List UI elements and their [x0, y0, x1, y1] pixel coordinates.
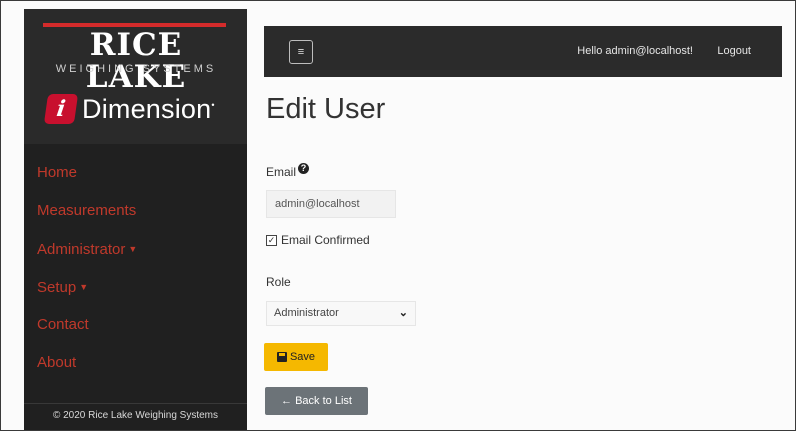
- nav-item-setup[interactable]: Setup ▼: [24, 268, 247, 306]
- nav-item-administrator[interactable]: Administrator ▼: [24, 230, 247, 268]
- role-label: Role: [266, 275, 291, 289]
- nav-item-label: Setup: [37, 279, 77, 296]
- nav-item-label: Home: [37, 164, 78, 181]
- email-confirmed-checkbox[interactable]: ✓ Email Confirmed: [266, 233, 370, 247]
- product-name: Dimension•: [82, 93, 215, 124]
- email-field[interactable]: [266, 190, 396, 218]
- nav-item-label: Contact: [37, 316, 89, 333]
- hamburger-icon: ≡: [297, 46, 305, 58]
- caret-down-icon: ▼: [128, 244, 138, 254]
- nav-item-label: Administrator: [37, 241, 126, 258]
- logout-link[interactable]: Logout: [717, 26, 751, 77]
- help-icon[interactable]: ?: [298, 163, 310, 174]
- save-button[interactable]: Save: [264, 343, 328, 371]
- brand-logo-subtitle: WEIGHING SYSTEMS: [55, 63, 217, 75]
- save-label: Save: [289, 351, 316, 363]
- nav-item-home[interactable]: Home: [24, 154, 247, 192]
- nav-item-contact[interactable]: Contact: [24, 306, 247, 344]
- nav-item-label: Measurements: [37, 202, 137, 219]
- sidebar-nav: Home Measurements Administrator ▼ Setup ▼ …: [24, 154, 247, 382]
- nav-item-label: About: [37, 354, 77, 371]
- role-selected-value: Administrator: [274, 307, 339, 319]
- floppy-disk-icon: [276, 352, 287, 362]
- chevron-down-icon: ⌄: [398, 307, 408, 319]
- menu-toggle-button[interactable]: ≡: [289, 40, 313, 64]
- app-window: RICE LAKE WEIGHING SYSTEMS i Dimension• …: [0, 0, 796, 431]
- caret-down-icon: ▼: [79, 282, 89, 292]
- brand-logo-text: RICE LAKE: [85, 27, 187, 95]
- checkbox-checked-icon[interactable]: ✓: [266, 234, 277, 246]
- nav-item-about[interactable]: About: [24, 344, 247, 382]
- logo-block: RICE LAKE WEIGHING SYSTEMS i Dimension•: [24, 9, 247, 144]
- product-logo[interactable]: i Dimension•: [43, 92, 215, 126]
- role-select[interactable]: Administrator ⌄: [266, 301, 416, 326]
- greeting-link[interactable]: Hello admin@localhost!: [577, 26, 693, 77]
- page-title: Edit User: [266, 93, 386, 125]
- email-label: Email?: [266, 163, 310, 179]
- nav-item-measurements[interactable]: Measurements: [24, 192, 247, 230]
- back-to-list-button[interactable]: ← Back to List: [265, 387, 368, 415]
- copyright-footer: © 2020 Rice Lake Weighing Systems: [24, 403, 247, 430]
- email-confirmed-label: Email Confirmed: [281, 233, 370, 247]
- sidebar: RICE LAKE WEIGHING SYSTEMS i Dimension• …: [24, 9, 247, 430]
- dimension-logo-icon: i: [43, 94, 79, 124]
- top-navbar: ≡ Hello admin@localhost! Logout: [264, 26, 782, 77]
